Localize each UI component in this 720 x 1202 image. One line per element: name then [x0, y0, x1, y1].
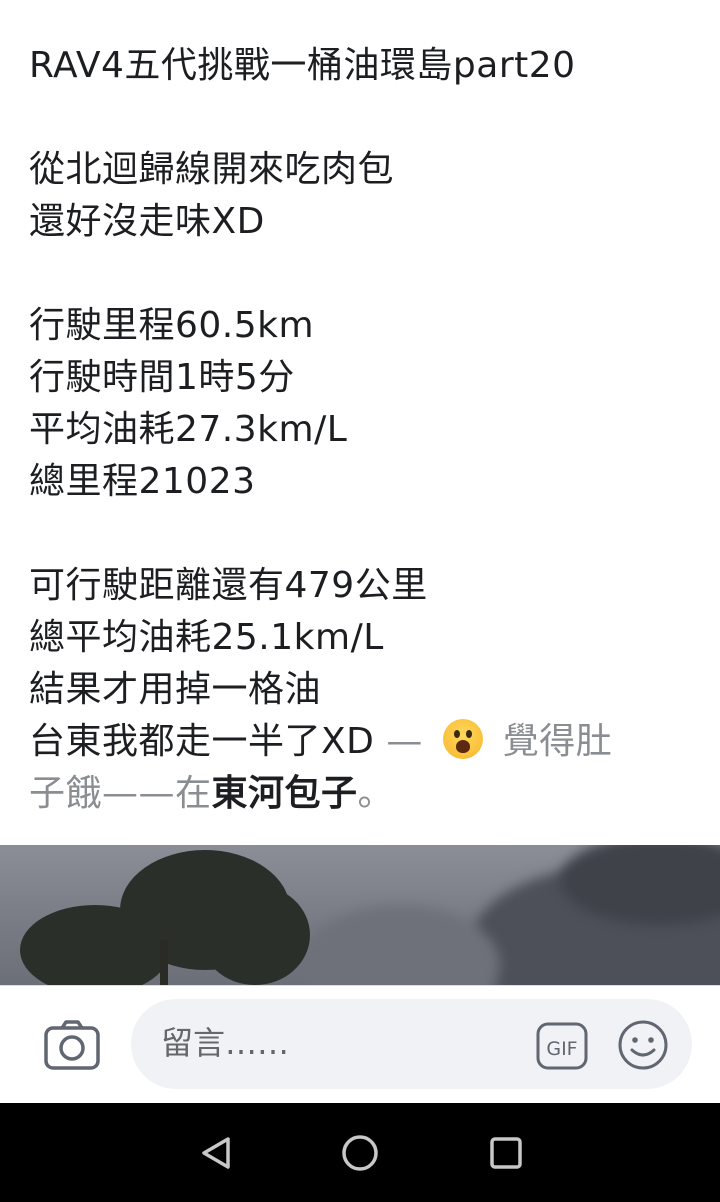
- shocked-face-icon: [442, 719, 483, 759]
- tree-trunk: [160, 940, 168, 985]
- trip-distance: 行駛里程60.5km: [29, 305, 315, 346]
- post-title: RAV4五代挑戰一桶油環島part20: [29, 45, 576, 86]
- svg-text:GIF: GIF: [546, 1038, 577, 1060]
- fuel-used: 結果才用掉一格油: [29, 669, 322, 710]
- back-button[interactable]: [196, 1131, 240, 1175]
- total-mileage: 總里程21023: [29, 461, 256, 502]
- feeling-label-cont: 子餓——在: [29, 773, 212, 814]
- feeling-label: 覺得肚: [502, 721, 613, 762]
- trip-fuel-economy: 平均油耗27.3km/L: [29, 409, 348, 450]
- emoji-button[interactable]: [617, 1019, 669, 1071]
- comment-input[interactable]: 留言…… GIF: [131, 999, 692, 1089]
- system-navigation-bar: [0, 1103, 720, 1202]
- post-text: RAV4五代挑戰一桶油環島part20 從北迴歸線開來吃肉包 還好沒走味XD 行…: [29, 40, 689, 820]
- home-icon: [342, 1135, 378, 1171]
- tree-icon: [200, 885, 310, 985]
- home-button[interactable]: [338, 1131, 382, 1175]
- trip-time: 行駛時間1時5分: [29, 357, 295, 398]
- post-content: ·· ·· ·· RAV4五代挑戰一桶油環島part20 從北迴歸線開來吃肉包 …: [0, 0, 720, 845]
- camera-button[interactable]: [44, 1019, 100, 1071]
- gif-button[interactable]: GIF: [536, 1021, 588, 1071]
- comment-placeholder: 留言……: [161, 1024, 290, 1062]
- post-line: 從北迴歸線開來吃肉包: [29, 149, 395, 190]
- place-suffix: 。: [357, 773, 395, 814]
- feeling-dash: —: [386, 721, 423, 762]
- cloud-shape: [300, 905, 500, 985]
- smiley-icon: [618, 1020, 668, 1070]
- place-link[interactable]: 東河包子: [212, 773, 358, 814]
- recents-icon: [490, 1137, 522, 1169]
- post-photo[interactable]: [0, 845, 720, 985]
- post-line: 台東我都走一半了XD: [29, 721, 375, 762]
- total-fuel-economy: 總平均油耗25.1km/L: [29, 617, 384, 658]
- camera-icon: [44, 1020, 100, 1070]
- feeling-line: 台東我都走一半了XD — 覺得肚: [29, 716, 689, 768]
- comment-bar: 留言…… GIF: [0, 985, 720, 1104]
- back-icon: [202, 1137, 230, 1169]
- tree-icon: [20, 905, 170, 985]
- status-bar-fragment: ·· ·· ··: [155, 0, 295, 6]
- remaining-range: 可行駛距離還有479公里: [29, 565, 428, 606]
- recents-button[interactable]: [484, 1131, 528, 1175]
- gif-icon: GIF: [536, 1022, 588, 1070]
- location-line: 子餓——在東河包子。: [29, 768, 689, 820]
- post-line: 還好沒走味XD: [29, 201, 265, 242]
